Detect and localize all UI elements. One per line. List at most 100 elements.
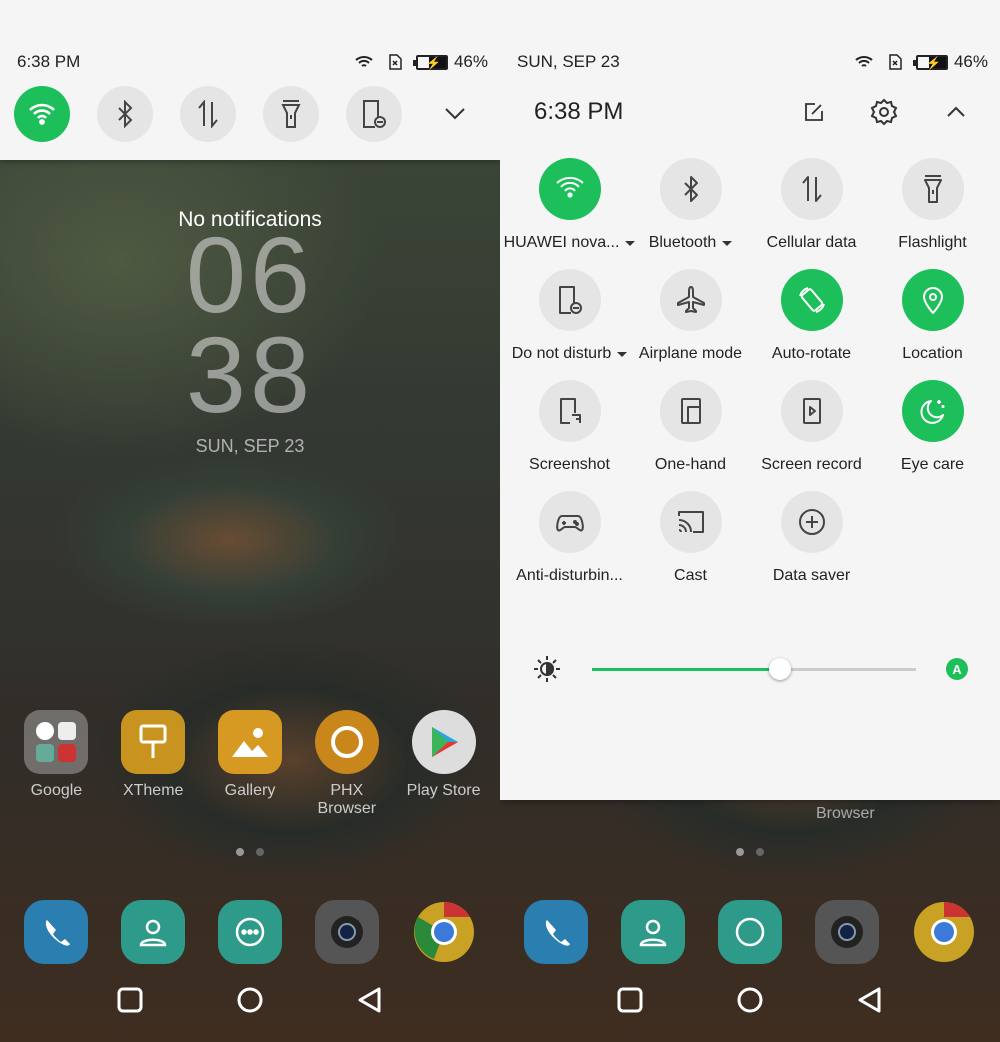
tile-label: One-hand <box>654 456 727 473</box>
wifi-toggle[interactable] <box>14 86 70 142</box>
tile-flashlight[interactable]: Flashlight <box>872 158 993 252</box>
flashlight-icon <box>281 100 301 128</box>
expanded-notification-shade-screen: Browser SUN, SEP 23 ⚡ 46% 6:38 PM HUAWEI… <box>500 0 1000 1042</box>
cellular-data-icon <box>198 100 218 128</box>
tile-toggle[interactable] <box>659 269 722 331</box>
tile-screen-record[interactable]: Screen record <box>751 380 872 474</box>
tile-toggle[interactable] <box>659 380 722 442</box>
dock <box>0 900 500 972</box>
recents-button[interactable] <box>615 985 645 1015</box>
brightness-slider-thumb[interactable] <box>768 657 791 680</box>
camera-app-icon[interactable] <box>814 900 879 964</box>
dropdown-arrow-icon[interactable] <box>617 351 628 357</box>
home-screen-with-mini-shade: No notifications 06 38 SUN, SEP 23 Googl… <box>0 0 500 1042</box>
gamepad-icon <box>555 515 584 532</box>
app-label: Gallery <box>224 782 276 799</box>
flashlight-toggle[interactable] <box>263 86 319 142</box>
home-button[interactable] <box>235 985 265 1015</box>
tile-label: Bluetooth <box>648 234 717 251</box>
tile-airplane[interactable]: Airplane mode <box>630 269 751 363</box>
status-time: 6:38 PM <box>17 52 81 71</box>
tile-location[interactable]: Location <box>872 269 993 363</box>
camera-app-icon[interactable] <box>314 900 379 964</box>
wifi-icon <box>29 103 55 125</box>
phone-app-icon[interactable] <box>24 900 89 964</box>
brightness-slider[interactable] <box>592 657 916 680</box>
tile-toggle[interactable] <box>538 269 601 331</box>
app-google[interactable]: Google <box>11 710 101 818</box>
tile-toggle[interactable] <box>901 380 964 442</box>
app-label: Play Store <box>406 782 481 799</box>
tile-toggle[interactable] <box>780 380 843 442</box>
messages-app-icon[interactable] <box>717 900 782 964</box>
wifi-icon <box>555 176 584 198</box>
back-button[interactable] <box>355 985 385 1015</box>
tile-label: Cellular data <box>766 234 857 251</box>
tile-toggle[interactable] <box>780 269 843 331</box>
battery-icon: ⚡ <box>912 54 948 70</box>
header-time: 6:38 PM <box>534 98 624 125</box>
tile-cellular-data[interactable]: Cellular data <box>751 158 872 252</box>
tile-bluetooth[interactable]: Bluetooth <box>630 158 751 252</box>
tile-auto-rotate[interactable]: Auto-rotate <box>751 269 872 363</box>
bluetooth-toggle[interactable] <box>97 86 153 142</box>
settings-gear-icon[interactable] <box>870 98 898 126</box>
tile-label: Cast <box>674 567 707 584</box>
tile-toggle[interactable] <box>901 269 964 331</box>
tile-cast[interactable]: Cast <box>630 491 751 585</box>
xtheme-icon <box>121 710 186 774</box>
tile-wifi[interactable]: HUAWEI nova... <box>504 158 636 252</box>
tile-toggle[interactable] <box>780 491 843 553</box>
tile-toggle[interactable] <box>538 491 601 553</box>
expand-chevron-icon[interactable] <box>444 107 466 121</box>
tile-one-hand[interactable]: One-hand <box>630 380 751 474</box>
contacts-app-icon[interactable] <box>121 900 186 964</box>
collapse-chevron-icon[interactable] <box>946 106 966 118</box>
tile-screenshot[interactable]: Screenshot <box>509 380 630 474</box>
tile-label: Do not disturb <box>511 345 612 362</box>
app-xtheme[interactable]: XTheme <box>108 710 198 818</box>
cellular-data-toggle[interactable] <box>180 86 236 142</box>
phone-app-icon[interactable] <box>524 900 589 964</box>
contacts-app-icon[interactable] <box>621 900 686 964</box>
recents-button[interactable] <box>115 985 145 1015</box>
no-sim-icon <box>888 54 902 70</box>
clock-minute: 38 <box>185 314 315 435</box>
messages-app-icon[interactable] <box>217 900 282 964</box>
auto-brightness-toggle[interactable]: A <box>946 658 968 680</box>
no-sim-icon <box>388 54 402 70</box>
app-label: XTheme <box>122 782 184 799</box>
tile-toggle[interactable] <box>659 158 722 220</box>
tile-label: Location <box>902 345 963 362</box>
back-button[interactable] <box>855 985 885 1015</box>
dropdown-arrow-icon[interactable] <box>722 240 733 246</box>
do-not-disturb-toggle[interactable] <box>346 86 402 142</box>
chrome-app-icon[interactable] <box>412 900 476 964</box>
chrome-app-icon[interactable] <box>912 900 976 964</box>
tile-data-saver[interactable]: Data saver <box>751 491 872 585</box>
tile-eye-care[interactable]: Eye care <box>872 380 993 474</box>
tile-do-not-disturb[interactable]: Do not disturb <box>509 269 630 363</box>
tile-label: Auto-rotate <box>771 345 852 362</box>
one-hand-icon <box>680 398 701 424</box>
quick-settings-grid: HUAWEI nova... Bluetooth Cellular data F… <box>500 158 1000 585</box>
edit-icon[interactable] <box>804 102 824 122</box>
tile-gamepad[interactable]: Anti-disturbin... <box>509 491 630 585</box>
flashlight-icon <box>923 175 942 203</box>
tile-toggle[interactable] <box>901 158 964 220</box>
bluetooth-icon <box>683 176 698 202</box>
app-gallery[interactable]: Gallery <box>205 710 295 818</box>
tile-label: Anti-disturbin... <box>516 567 623 584</box>
app-play-store[interactable]: Play Store <box>399 710 489 818</box>
gallery-icon <box>217 710 282 774</box>
tile-toggle[interactable] <box>538 380 601 442</box>
app-phx-browser[interactable]: PHX Browser <box>302 710 392 818</box>
tile-toggle[interactable] <box>780 158 843 220</box>
tile-toggle[interactable] <box>659 491 722 553</box>
airplane-icon <box>676 286 705 313</box>
auto-rotate-icon <box>798 287 825 313</box>
tile-toggle[interactable] <box>538 158 601 220</box>
battery-icon: ⚡ <box>412 54 448 70</box>
home-button[interactable] <box>735 985 765 1015</box>
tile-label: HUAWEI nova... <box>503 234 620 251</box>
